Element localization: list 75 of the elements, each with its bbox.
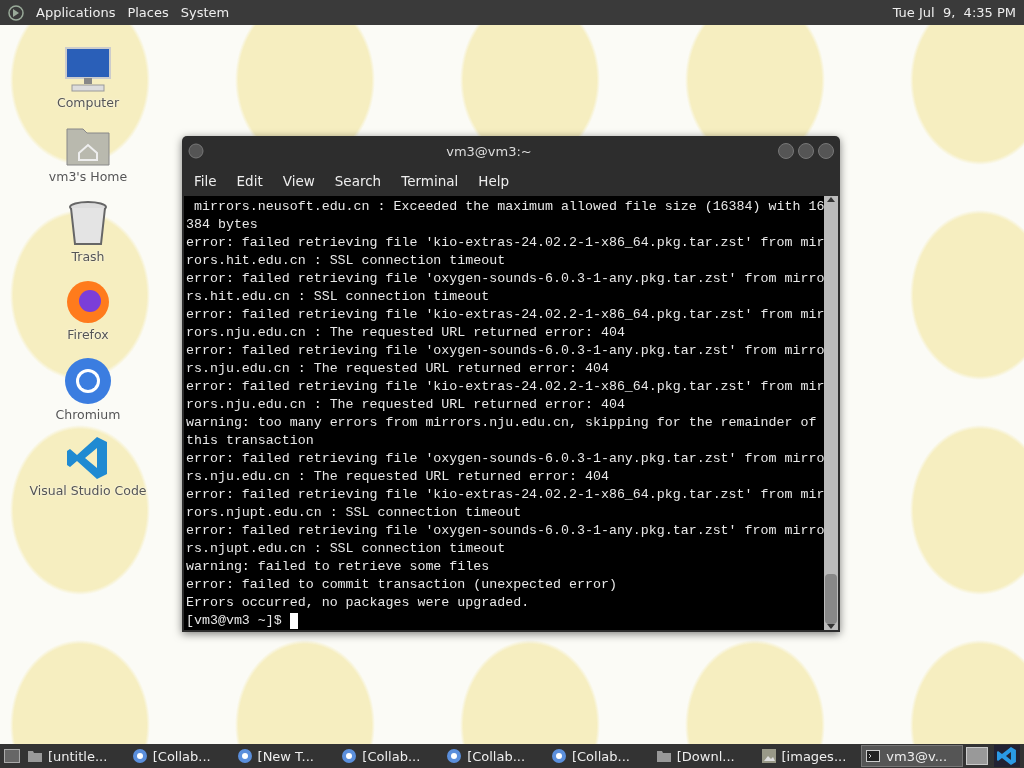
terminal-line: Errors occurred, no packages were upgraded. (186, 594, 531, 612)
chromium-icon (64, 357, 112, 405)
terminal-icon (866, 750, 881, 762)
terminal-line: warning: failed to retrieve some files (186, 558, 491, 576)
terminal-line: rors.njupt.edu.cn : SSL connection timeout (186, 504, 523, 522)
distro-logo-icon (8, 4, 24, 21)
taskbar-item[interactable]: vm3@v... (861, 745, 964, 767)
maximize-button[interactable] (798, 143, 814, 159)
taskbar-item[interactable]: [images... (756, 745, 859, 767)
panel-menu[interactable]: Applications (36, 5, 116, 20)
terminal-line: rors.nju.edu.cn : The requested URL returned error: 404 (186, 396, 626, 414)
terminal-line: rors.hit.edu.cn : SSL connection timeout (186, 252, 507, 270)
scroll-up-icon[interactable] (827, 196, 836, 202)
chromium-icon (237, 749, 252, 763)
terminal-line: rs.nju.edu.cn : The requested URL returned error: 404 (186, 360, 610, 378)
menu-item[interactable]: Edit (226, 173, 273, 189)
terminal-line: rors.nju.edu.cn : The requested URL returned error: 404 (186, 324, 626, 342)
desktop-icon-label[interactable]: Visual Studio Code (29, 483, 147, 498)
terminal-line: rs.hit.edu.cn : SSL connection timeout (186, 288, 491, 306)
panel-menu[interactable]: Places (127, 5, 169, 20)
terminal-line: error: failed retrieving file 'oxygen-sounds-6.0.3-1-any.pkg.tar.zst' from mirro (186, 342, 825, 360)
menu-item[interactable]: Terminal (391, 173, 469, 189)
terminal-line: rs.njupt.edu.cn : SSL connection timeout (186, 540, 507, 558)
desktop-icon-label[interactable]: Chromium (55, 407, 121, 422)
desktop-icon-label[interactable]: Trash (71, 249, 105, 264)
firefox-icon (65, 279, 111, 325)
desktop-icon-label[interactable]: Firefox (67, 327, 109, 342)
desktop-icon-label[interactable]: vm3's Home (48, 169, 128, 184)
taskbar-item[interactable]: [untitle... (22, 745, 125, 767)
terminal-line: error: failed to commit transaction (unexpected error) (186, 576, 618, 594)
text-cursor (289, 613, 298, 629)
terminal-line: rs.nju.edu.cn : The requested URL returned error: 404 (186, 468, 610, 486)
menu-item[interactable]: View (272, 173, 325, 189)
scrollbar-thumb[interactable] (825, 574, 838, 624)
menu-item[interactable]: Search (324, 173, 392, 189)
menu-item[interactable]: File (184, 173, 227, 189)
terminal-line: error: failed retrieving file 'kio-extras-24.02.2-1-x86_64.pkg.tar.zst' from mir (186, 486, 825, 504)
terminal-line: this transaction (186, 432, 315, 450)
window-title: vm3@vm3:~ (445, 143, 533, 159)
folder-icon (656, 750, 671, 762)
terminal-line: mirrors.neusoft.edu.cn : Exceeded the maximum allowed file size (16384) with 16 (192, 198, 825, 216)
terminal-line: error: failed retrieving file 'kio-extras-24.02.2-1-x86_64.pkg.tar.zst' from mir (186, 234, 825, 252)
terminal-line: error: failed retrieving file 'oxygen-sounds-6.0.3-1-any.pkg.tar.zst' from mirro (186, 522, 825, 540)
shell-prompt: [vm3@vm3 ~]$ (186, 612, 282, 630)
taskbar-item[interactable]: [Collab... (337, 745, 440, 767)
terminal-line: error: failed retrieving file 'kio-extras-24.02.2-1-x86_64.pkg.tar.zst' from mir (186, 306, 825, 324)
taskbar-item[interactable]: [New T... (232, 745, 335, 767)
terminal-line: warning: too many errors from mirrors.nju.edu.cn, skipping for the remainder of (186, 414, 818, 432)
taskbar-item[interactable]: [Downl... (651, 745, 754, 767)
workspace-icon[interactable] (966, 747, 989, 765)
terminal-line: error: failed retrieving file 'kio-extras-24.02.2-1-x86_64.pkg.tar.zst' from mir (186, 378, 825, 396)
folder-icon (27, 750, 42, 762)
desktop-icon-label[interactable]: Computer (56, 95, 120, 110)
chromium-icon (132, 749, 147, 763)
taskbar-item[interactable]: [Collab... (546, 745, 649, 767)
taskbar-item[interactable]: [Collab... (127, 745, 230, 767)
computer-icon (64, 45, 112, 93)
chromium-icon (551, 749, 566, 763)
minimize-button[interactable] (778, 143, 794, 159)
menu-item[interactable]: Help (468, 173, 520, 189)
window-menu-icon[interactable] (188, 143, 204, 159)
chromium-icon (447, 749, 462, 763)
chromium-icon (342, 749, 357, 763)
panel-menu[interactable]: System (180, 5, 230, 20)
terminal-line: error: failed retrieving file 'oxygen-sounds-6.0.3-1-any.pkg.tar.zst' from mirro (186, 450, 825, 468)
terminal-line: 384 bytes (186, 216, 259, 234)
show-desktop-icon[interactable] (4, 749, 20, 763)
taskbar-item[interactable]: [Collab... (442, 745, 544, 767)
trash-icon (68, 201, 108, 247)
terminal-line: error: failed retrieving file 'oxygen-sounds-6.0.3-1-any.pkg.tar.zst' from mirro (186, 270, 825, 288)
close-button[interactable] (818, 143, 834, 159)
clock: Tue Jul 9, 4:35 PM (892, 5, 1016, 20)
image-icon (761, 749, 776, 763)
vscode-icon[interactable] (994, 745, 1021, 767)
scrollbar[interactable] (824, 196, 838, 630)
